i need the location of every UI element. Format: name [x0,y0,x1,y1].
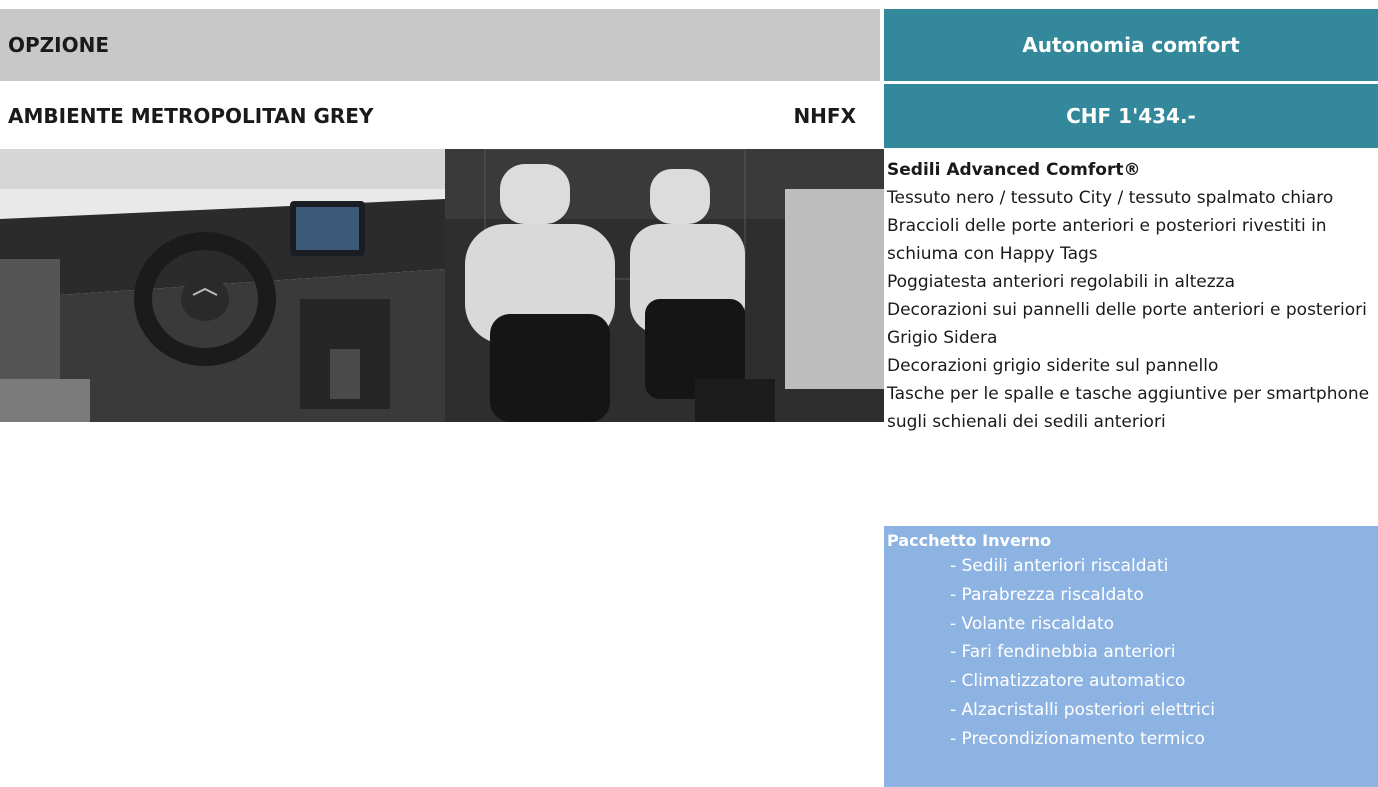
ambiente-name: AMBIENTE METROPOLITAN GREY [8,104,374,128]
pack-item: - Climatizzatore automatico [950,671,1186,692]
pack-item: - Fari fendinebbia anteriori [950,642,1176,663]
dashboard-photo [0,149,445,422]
pack-item: - Parabrezza riscaldato [950,584,1144,605]
pack-item: - Alzacristalli posteriori elettrici [950,699,1215,720]
version-header: Autonomia comfort [884,9,1378,81]
pack-title: Pacchetto Inverno [887,531,1052,550]
price-cell: CHF 1'434.- [884,84,1378,148]
feature-item: Decorazioni grigio siderite sul pannello [887,356,1219,376]
version-header-label: Autonomia comfort [1022,33,1240,57]
winter-pack: Pacchetto Inverno - Sedili anteriori ris… [884,526,1378,787]
option-header-label: OPZIONE [8,33,110,57]
feature-item: Decorazioni sui pannelli delle porte ant… [887,300,1367,348]
seats-photo [445,149,884,422]
ambiente-code: NHFX [793,104,856,128]
ambiente-row: AMBIENTE METROPOLITAN GREY NHFX [0,84,880,148]
feature-item: Tasche per le spalle e tasche aggiuntive… [887,384,1370,432]
feature-item: Tessuto nero / tessuto City / tessuto sp… [887,188,1334,208]
features-title: Sedili Advanced Comfort® [887,160,1141,180]
features-list: Sedili Advanced Comfort® Tessuto nero / … [887,156,1375,436]
pack-item: - Sedili anteriori riscaldati [950,556,1169,576]
feature-item: Braccioli delle porte anteriori e poster… [887,216,1327,264]
pack-item: - Volante riscaldato [950,613,1115,634]
option-header: OPZIONE [0,9,880,81]
price-label: CHF 1'434.- [1066,104,1196,128]
pack-item: - Precondizionamento termico [950,728,1205,749]
feature-item: Poggiatesta anteriori regolabili in alte… [887,272,1235,292]
